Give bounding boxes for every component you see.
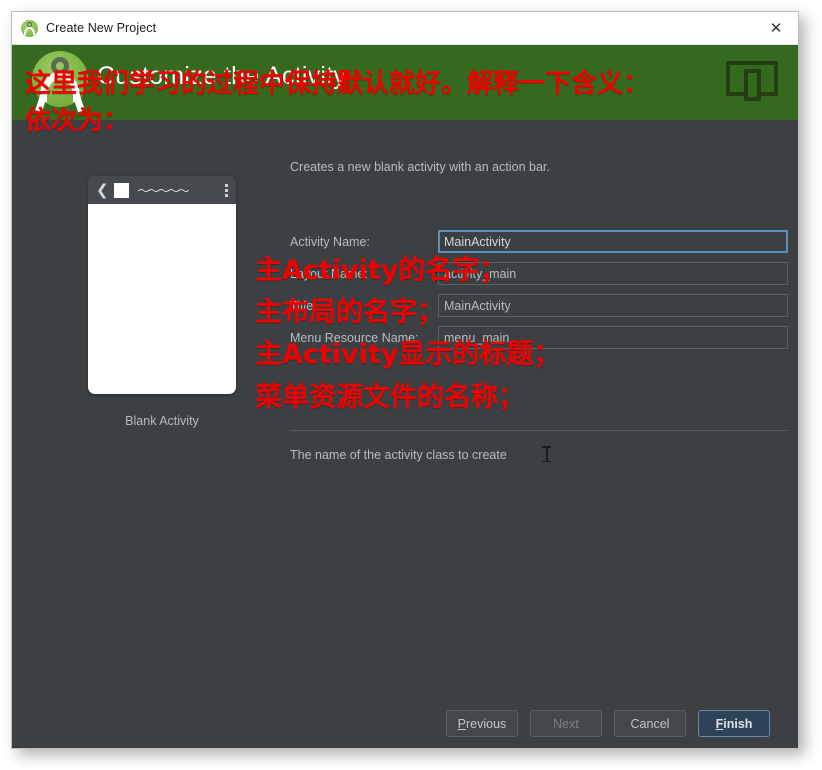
dialog-footer: Previous Next Cancel Finish [12,710,798,737]
mockup-screen [88,204,236,394]
zigzag-icon: 〜〜〜〜〜 [137,183,190,198]
finish-button[interactable]: Finish [698,710,770,737]
logo-legs [40,72,80,102]
text-cursor-icon [542,446,551,462]
title-input[interactable] [438,294,788,317]
form-row-layout-name: Layout Name: [290,262,788,285]
android-studio-icon [21,19,38,37]
title-label: Title: [290,298,317,313]
field-hint-text: The name of the activity class to create [290,448,507,462]
activity-form: Activity Name: Layout Name: Title: Menu … [290,230,788,358]
mockup-action-bar: ❮ 〜〜〜〜〜 [88,176,236,204]
form-row-title: Title: [290,294,788,317]
annotation-field-4: 菜单资源文件的名称； [255,382,525,413]
page-title: Customize the Activity [97,62,346,90]
dialog-titlebar: Create New Project ✕ [12,12,798,45]
form-row-activity-name: Activity Name: [290,230,788,253]
cancel-button[interactable]: Cancel [614,710,686,737]
wizard-header: Customize the Activity [12,45,798,120]
divider [290,430,788,431]
back-chevron-icon: ❮ [96,180,109,199]
activity-name-input[interactable] [438,230,788,253]
screenshot-root: Create New Project ✕ Customize the Activ… [0,0,822,770]
white-square-icon [113,182,129,198]
finish-button-rest: inish [723,716,753,731]
previous-button-rest: revious [466,716,507,731]
layout-name-input[interactable] [438,262,788,285]
create-new-project-dialog: Create New Project ✕ Customize the Activ… [11,11,799,749]
phone-mockup: ❮ 〜〜〜〜〜 [88,176,236,394]
menu-resource-name-input[interactable] [438,326,788,349]
activity-preview: ❮ 〜〜〜〜〜 Blank Activity [82,176,242,428]
close-icon[interactable]: ✕ [754,12,798,44]
phone-shape [744,69,761,101]
dialog-body: 这里我们学习的过程中保持默认就好。解释一下含义： 依次为： Creates a … [12,69,798,748]
layout-name-label: Layout Name: [290,266,368,281]
activity-name-label: Activity Name: [290,234,370,249]
menu-resource-name-label: Menu Resource Name: [290,330,419,345]
android-studio-logo-icon [32,51,88,107]
previous-button[interactable]: Previous [446,710,518,737]
dialog-title: Create New Project [46,21,157,35]
tablet-phone-icon [726,59,778,101]
form-row-menu-resource-name: Menu Resource Name: [290,326,788,349]
three-dot-menu-icon [225,183,228,197]
next-button: Next [530,710,602,737]
preview-label: Blank Activity [125,414,199,428]
template-description: Creates a new blank activity with an act… [290,160,550,174]
